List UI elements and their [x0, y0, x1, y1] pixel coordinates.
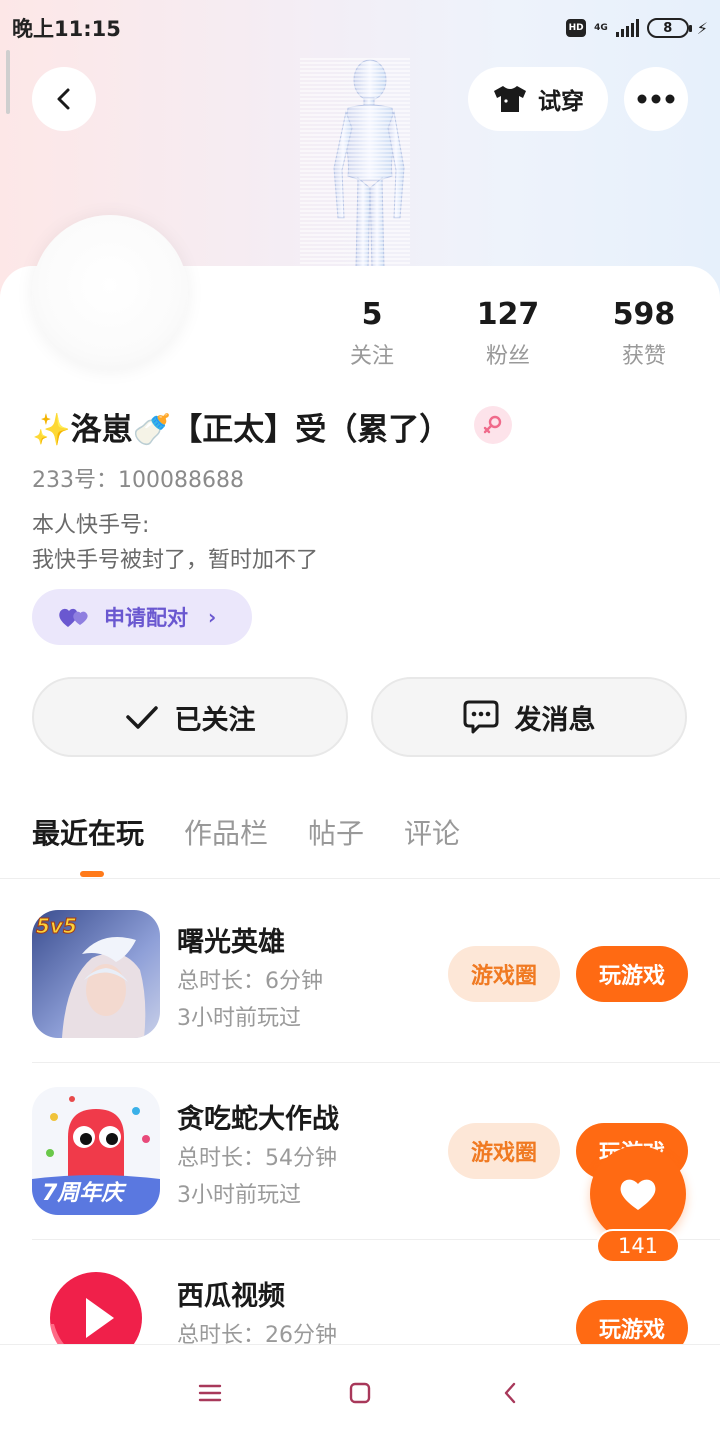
tab-recently-played[interactable]: 最近在玩 [32, 812, 144, 852]
game-duration: 总时长：54分钟 [177, 1146, 337, 1171]
game-circle-button[interactable]: 游戏圈 [448, 946, 560, 1002]
nickname: ✨洛崽🍼【正太】受（累了） [32, 411, 451, 448]
tab-works[interactable]: 作品栏 [184, 812, 268, 852]
game-badge: 7周年庆 [42, 1181, 124, 1206]
hero-game-icon: 5v5 [32, 910, 160, 1038]
user-id: 233号：100088688 [32, 468, 244, 493]
like-count-badge: 141 [596, 1229, 680, 1263]
avatar-figure [300, 58, 410, 273]
chevron-right-icon: › [208, 605, 217, 629]
checkmark-icon [125, 706, 158, 729]
avatar[interactable] [32, 215, 188, 371]
stat-value: 598 [612, 297, 676, 332]
stat-value: 5 [361, 297, 383, 332]
back-button[interactable] [32, 67, 96, 131]
stat-following[interactable]: 5 关注 [312, 296, 432, 370]
home-icon[interactable] [340, 1373, 380, 1413]
stat-label: 粉丝 [485, 344, 530, 369]
following-button[interactable]: 已关注 [32, 677, 348, 757]
heart-icon [620, 1179, 656, 1210]
send-message-label: 发消息 [514, 704, 596, 736]
tab-posts[interactable]: 帖子 [308, 812, 364, 852]
battery-level: 8 [663, 20, 673, 36]
charging-icon: ⚡ [696, 18, 708, 38]
request-pair-label: 申请配对 [104, 606, 188, 630]
list-item[interactable]: 5v5 曙光英雄 总时长：6分钟 3小时前玩过 游戏圈 玩游戏 [0, 910, 720, 1086]
status-time: 晚上11:15 [12, 17, 121, 41]
send-message-button[interactable]: 发消息 [371, 677, 687, 757]
more-options-button[interactable] [624, 67, 688, 131]
play-game-button[interactable]: 玩游戏 [576, 946, 688, 1002]
game-name: 西瓜视频 [177, 1281, 285, 1312]
double-heart-icon [59, 608, 88, 627]
snake-game-icon: 7周年庆 [32, 1087, 160, 1215]
profile-tabs: 最近在玩 作品栏 帖子 评论 [32, 812, 460, 852]
try-on-label: 试穿 [538, 89, 584, 115]
active-tab-indicator [80, 871, 104, 877]
stat-label: 获赞 [621, 344, 666, 369]
back-icon[interactable] [490, 1373, 530, 1413]
game-duration: 总时长：6分钟 [177, 969, 323, 994]
bio-line: 本人快手号: [32, 513, 150, 538]
game-last-played: 3小时前玩过 [177, 1006, 301, 1031]
stat-value: 127 [476, 297, 540, 332]
tshirt-icon [494, 86, 526, 112]
menu-icon[interactable] [190, 1373, 230, 1413]
try-on-button[interactable]: 试穿 [468, 67, 608, 131]
game-name: 曙光英雄 [177, 927, 285, 958]
network-type-label: 4G [594, 23, 608, 33]
request-pair-button[interactable]: 申请配对 › [32, 589, 252, 645]
status-icons: HD 4G 8 ⚡ [566, 18, 708, 38]
stat-followers[interactable]: 127 粉丝 [448, 296, 568, 370]
following-label: 已关注 [174, 704, 256, 736]
like-button[interactable] [590, 1146, 686, 1242]
game-circle-button[interactable]: 游戏圈 [448, 1123, 560, 1179]
divider [0, 878, 720, 879]
chat-bubble-icon [463, 700, 498, 734]
game-badge: 5v5 [36, 914, 78, 939]
game-last-played: 3小时前玩过 [177, 1183, 301, 1208]
game-name: 贪吃蛇大作战 [177, 1104, 339, 1135]
bio-line: 我快手号被封了，暂时加不了 [32, 548, 319, 573]
tab-comments[interactable]: 评论 [404, 812, 460, 852]
hd-icon: HD [566, 19, 587, 37]
divider [32, 1062, 720, 1063]
chevron-left-icon [57, 88, 70, 110]
female-gender-icon [474, 406, 512, 444]
more-dots-icon [637, 94, 675, 104]
battery-icon: 8 [646, 18, 692, 38]
stat-label: 关注 [349, 344, 394, 369]
signal-icon [615, 19, 639, 37]
edge-handle [6, 50, 10, 114]
system-nav-bar [0, 1344, 720, 1440]
status-bar: 晚上11:15 HD 4G 8 ⚡ [0, 0, 720, 56]
stat-likes[interactable]: 598 获赞 [584, 296, 704, 370]
